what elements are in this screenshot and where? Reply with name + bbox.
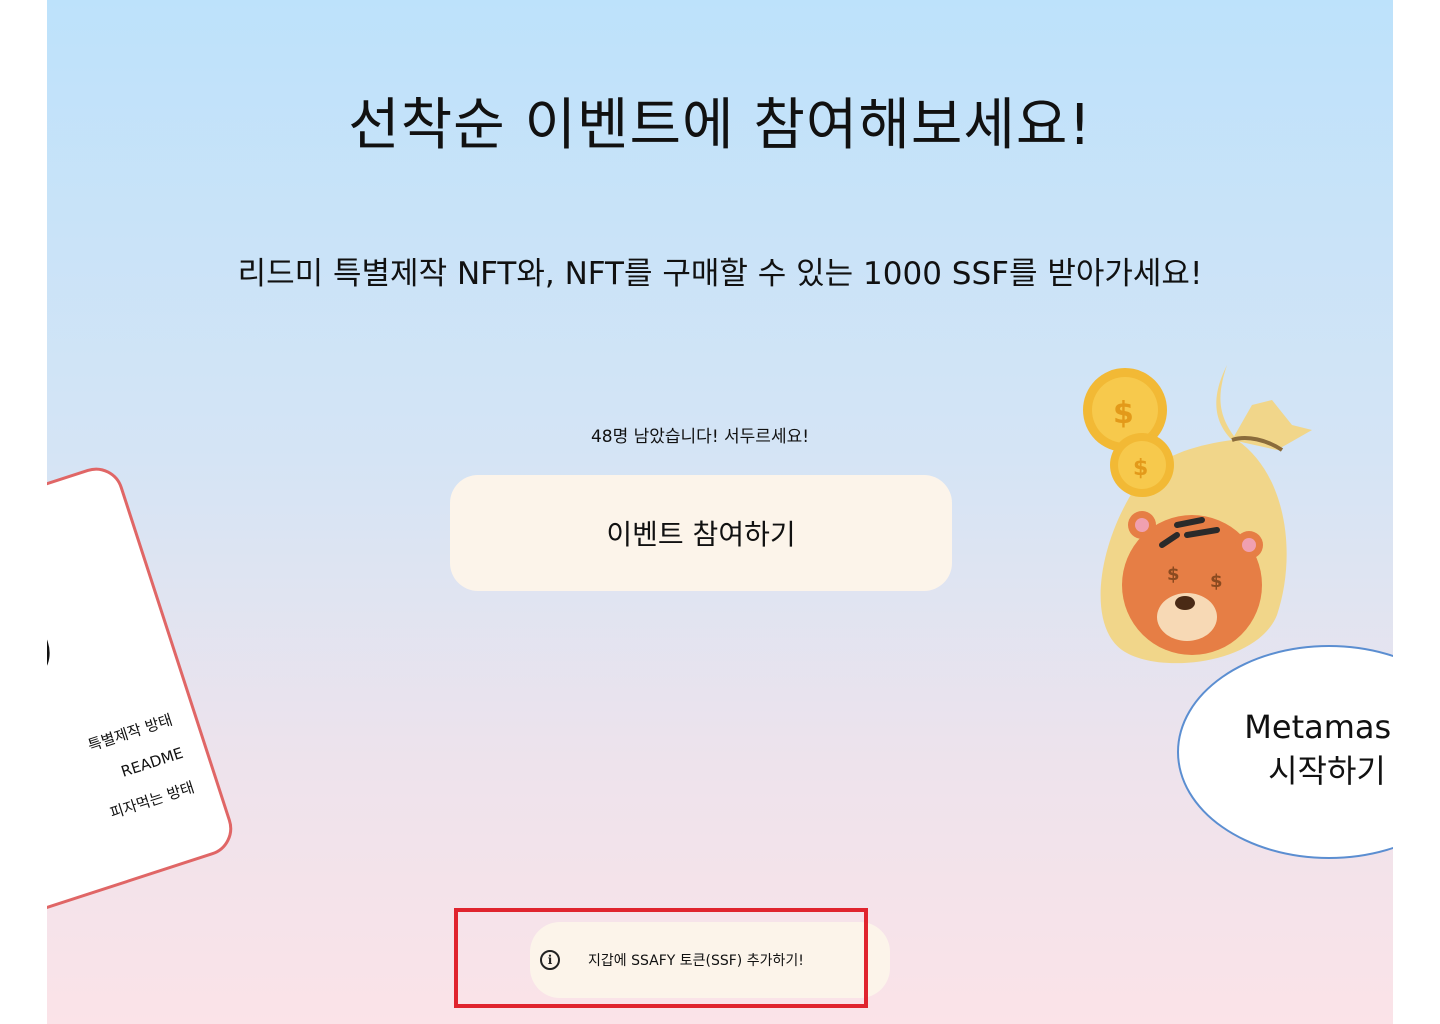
page-title: 선착순 이벤트에 참여해보세요! <box>348 93 1092 158</box>
svg-text:$: $ <box>1210 571 1223 592</box>
tiger-money-bag-illustration: $ $ $ $ <box>1083 365 1312 664</box>
nft-card: 특별제작 방태 README 피자먹는 방태 <box>47 460 240 926</box>
event-page: 선착순 이벤트에 참여해보세요! 리드미 특별제작 NFT와, NFT를 구매할… <box>47 0 1393 1024</box>
info-icon: i <box>540 950 560 970</box>
metamask-label-line1: Metamask <box>1244 708 1393 746</box>
card-menu: 특별제작 방태 README 피자먹는 방태 <box>85 709 202 839</box>
metamask-label-line2: 시작하기 <box>1268 752 1386 790</box>
remaining-count-text: 48명 남았습니다! 서두르세요! <box>590 427 810 447</box>
join-event-button[interactable]: 이벤트 참여하기 <box>450 475 952 591</box>
add-token-label: 지갑에 SSAFY 토큰(SSF) 추가하기! <box>588 953 804 969</box>
svg-text:$: $ <box>1133 456 1148 481</box>
card-avatar <box>47 614 57 683</box>
page-subtitle: 리드미 특별제작 NFT와, NFT를 구매할 수 있는 1000 SSF를 받… <box>237 256 1203 292</box>
add-token-button[interactable]: i 지갑에 SSAFY 토큰(SSF) 추가하기! <box>530 922 890 998</box>
svg-text:$: $ <box>1113 396 1134 431</box>
svg-text:$: $ <box>1167 564 1180 585</box>
card-menu-item[interactable]: 피자먹는 방태 <box>107 776 197 823</box>
metamask-start-label[interactable]: Metamask 시작하기 <box>1207 705 1393 793</box>
